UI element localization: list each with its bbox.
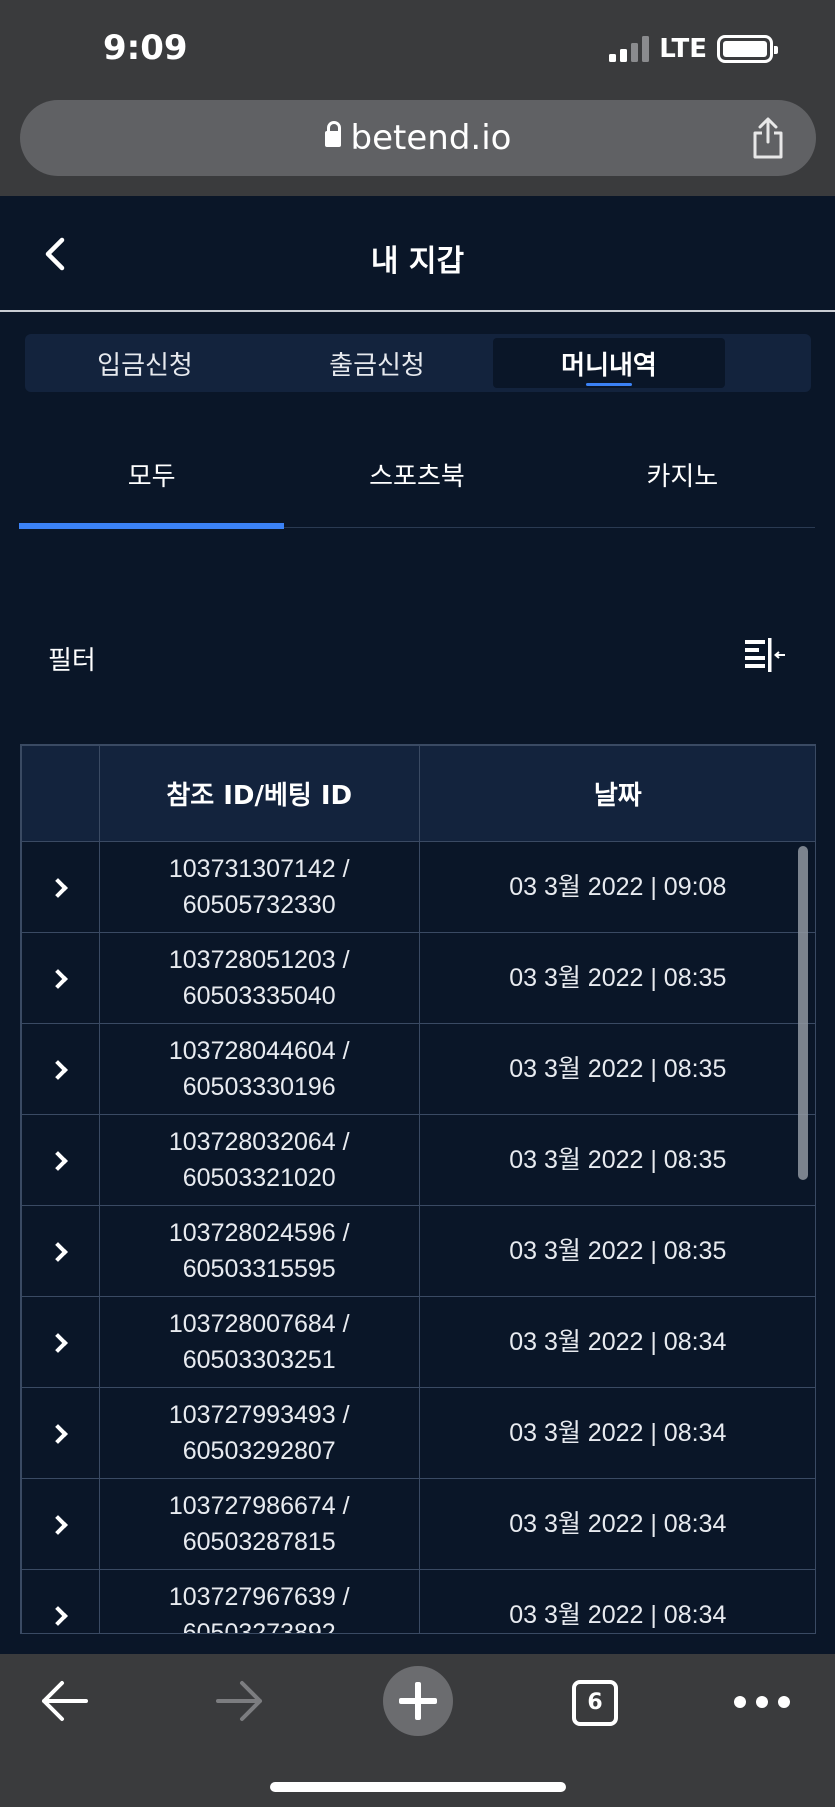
date-cell: 03 3월 2022 | 08:35: [418, 1023, 815, 1115]
ref-bet-id-cell: 103731307142 / 60505732330: [98, 841, 420, 933]
bet-id: 60505732330: [182, 891, 336, 919]
ref-id: 103727967639 /: [168, 1582, 350, 1611]
date-cell: 03 3월 2022 | 09:08: [418, 841, 815, 933]
browser-forward-icon[interactable]: [214, 1678, 266, 1724]
share-icon[interactable]: [748, 116, 788, 160]
chevron-right-icon: [48, 1150, 69, 1171]
expand-row-button[interactable]: [21, 841, 100, 933]
table-scrollbar[interactable]: [798, 846, 808, 1180]
ref-bet-id-cell: 103727986674 / 60503287815: [98, 1478, 420, 1570]
table-row[interactable]: 103727986674 / 60503287815 03 3월 2022 | 08…: [21, 1478, 815, 1570]
tab-deposit[interactable]: 입금신청: [29, 338, 261, 388]
ref-bet-id-cell: 103728024596 / 60503315595: [98, 1205, 420, 1297]
new-tab-icon[interactable]: [383, 1666, 453, 1736]
tab-money-history[interactable]: 머니내역: [493, 338, 725, 388]
expand-row-button[interactable]: [21, 1569, 100, 1633]
tab-count-button[interactable]: 6: [572, 1680, 618, 1726]
expand-column-header: [21, 745, 100, 842]
signal-icon: [609, 36, 650, 62]
table-row[interactable]: 103728044604 / 60503330196 03 3월 2022 | 08…: [21, 1023, 815, 1115]
date-cell: 03 3월 2022 | 08:35: [418, 932, 815, 1024]
ref-id: 103728051203 /: [168, 945, 350, 974]
ref-bet-id-cell: 103727967639 / 60503273892: [98, 1569, 420, 1634]
table-row[interactable]: 103731307142 / 60505732330 03 3월 2022 | 09…: [21, 841, 815, 933]
date-cell: 03 3월 2022 | 08:34: [418, 1296, 815, 1388]
chevron-right-icon: [48, 1423, 69, 1444]
bet-id: 60503292807: [182, 1437, 336, 1465]
lock-icon: [324, 121, 341, 147]
table-row[interactable]: 103727967639 / 60503273892 03 3월 2022 | 08…: [21, 1569, 815, 1634]
chevron-right-icon: [48, 1241, 69, 1262]
expand-row-button[interactable]: [21, 1387, 100, 1479]
date-cell: 03 3월 2022 | 08:34: [418, 1478, 815, 1570]
table-row[interactable]: 103728007684 / 60503303251 03 3월 2022 | 08…: [21, 1296, 815, 1388]
ref-id: 103728007684 /: [168, 1309, 350, 1338]
network-label: LTE: [659, 34, 707, 64]
table-header-row: 참조 ID/베팅 ID 날짜: [21, 745, 815, 842]
browser-top-bar: 9:09 LTE betend.io: [0, 0, 835, 196]
bet-id: 60503315595: [182, 1255, 336, 1283]
home-indicator: [270, 1782, 566, 1792]
chevron-right-icon: [48, 1332, 69, 1353]
page-title: 내 지갑: [370, 244, 465, 279]
status-time: 9:09: [103, 28, 188, 68]
url-bar[interactable]: betend.io: [20, 100, 816, 176]
ref-id: 103731307142 /: [168, 854, 350, 883]
ref-bet-id-cell: 103728032064 / 60503321020: [98, 1114, 420, 1206]
date-cell: 03 3월 2022 | 08:34: [418, 1387, 815, 1479]
history-table: 참조 ID/베팅 ID 날짜 103731307142 / 60505732330…: [20, 744, 816, 1634]
ref-id: 103727993493 /: [168, 1400, 350, 1429]
expand-row-button[interactable]: [21, 932, 100, 1024]
subtab-all[interactable]: 모두: [19, 440, 285, 529]
collapse-columns-icon[interactable]: [743, 636, 787, 676]
date-header: 날짜: [418, 745, 815, 842]
history-subtabs: 모두 스포츠북 카지노: [19, 440, 815, 529]
tab-withdraw[interactable]: 출금신청: [261, 338, 493, 388]
bet-id: 60503287815: [182, 1528, 336, 1556]
ref-bet-id-cell: 103728007684 / 60503303251: [98, 1296, 420, 1388]
chevron-right-icon: [48, 877, 69, 898]
ref-bet-id-cell: 103728051203 / 60503335040: [98, 932, 420, 1024]
ref-id: 103728024596 /: [168, 1218, 350, 1247]
table-row[interactable]: 103728051203 / 60503335040 03 3월 2022 | 08…: [21, 932, 815, 1024]
chevron-right-icon: [48, 1514, 69, 1535]
browser-bottom-bar: 6: [0, 1654, 835, 1807]
more-options-icon[interactable]: [734, 1696, 790, 1708]
bet-id: 60503303251: [182, 1346, 336, 1374]
bet-id: 60503335040: [182, 982, 336, 1010]
expand-row-button[interactable]: [21, 1296, 100, 1388]
date-cell: 03 3월 2022 | 08:35: [418, 1205, 815, 1297]
status-indicators: LTE: [609, 34, 778, 64]
chevron-right-icon: [48, 1059, 69, 1080]
ref-bet-id-cell: 103728044604 / 60503330196: [98, 1023, 420, 1115]
app-header: 내 지갑: [0, 196, 835, 312]
battery-icon: [717, 35, 778, 63]
table-row[interactable]: 103728032064 / 60503321020 03 3월 2022 | 08…: [21, 1114, 815, 1206]
table-row[interactable]: 103727993493 / 60503292807 03 3월 2022 | 08…: [21, 1387, 815, 1479]
url-display: betend.io: [20, 118, 816, 158]
ref-id: 103728032064 /: [168, 1127, 350, 1156]
subtab-sportsbook[interactable]: 스포츠북: [284, 440, 549, 527]
bet-id: 60503330196: [182, 1073, 336, 1101]
url-text: betend.io: [350, 118, 512, 158]
date-cell: 03 3월 2022 | 08:35: [418, 1114, 815, 1206]
expand-row-button[interactable]: [21, 1114, 100, 1206]
subtab-casino[interactable]: 카지노: [550, 440, 815, 527]
table-row[interactable]: 103728024596 / 60503315595 03 3월 2022 | 08…: [21, 1205, 815, 1297]
expand-row-button[interactable]: [21, 1478, 100, 1570]
bet-id: 60503273892: [182, 1619, 336, 1634]
chevron-right-icon: [48, 968, 69, 989]
date-cell: 03 3월 2022 | 08:34: [418, 1569, 815, 1633]
ref-id: 103728044604 /: [168, 1036, 350, 1065]
ref-id-header: 참조 ID/베팅 ID: [98, 745, 420, 842]
browser-back-icon[interactable]: [38, 1678, 90, 1724]
filter-toggle[interactable]: 필터: [48, 640, 96, 677]
chevron-right-icon: [48, 1605, 69, 1626]
bet-id: 60503321020: [182, 1164, 336, 1192]
ref-id: 103727986674 /: [168, 1491, 350, 1520]
expand-row-button[interactable]: [21, 1205, 100, 1297]
wallet-tab-bar: 입금신청 출금신청 머니내역: [25, 334, 811, 392]
ref-bet-id-cell: 103727993493 / 60503292807: [98, 1387, 420, 1479]
expand-row-button[interactable]: [21, 1023, 100, 1115]
